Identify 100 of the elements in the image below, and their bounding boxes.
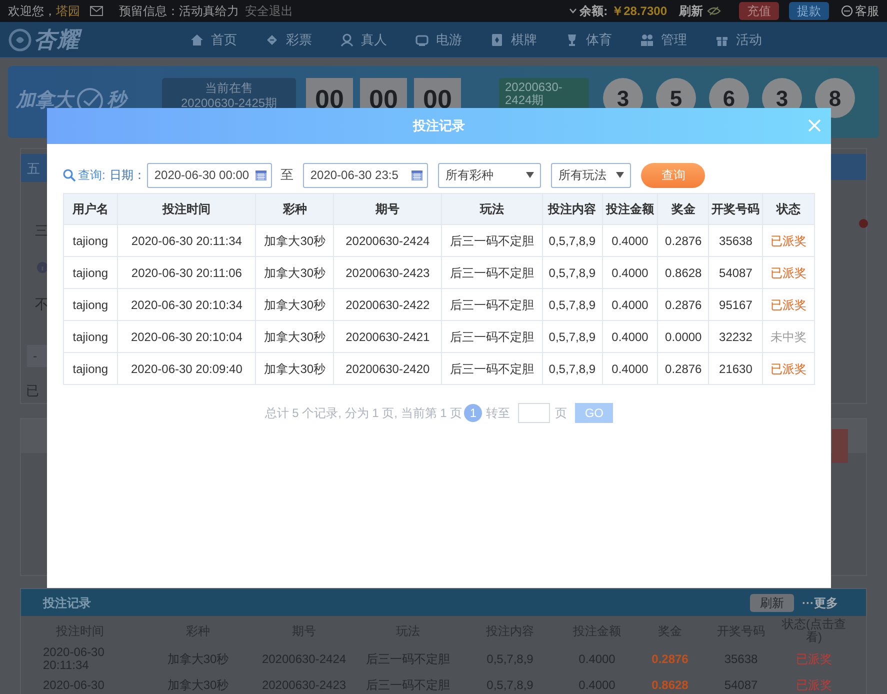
chevron-down-icon xyxy=(568,8,577,14)
table-cell: tajiong xyxy=(64,257,118,288)
table-cell: 后三一码不定胆 xyxy=(442,225,543,256)
table-cell: 20200630-2420 xyxy=(334,353,442,384)
chart-tab[interactable] xyxy=(830,154,866,180)
table-cell: 0,5,7,8,9 xyxy=(542,321,603,352)
range-separator: 至 xyxy=(280,166,294,184)
nav-item[interactable]: 电游 xyxy=(415,30,462,50)
table-cell: 0.0000 xyxy=(658,321,710,352)
people-icon xyxy=(640,32,654,46)
table-cell: 2020-06-30 20:10:34 xyxy=(118,289,256,320)
records-title: 投注记录 xyxy=(43,594,91,612)
table-cell: 35638 xyxy=(709,225,764,256)
table-cell: 0.2876 xyxy=(658,225,710,256)
table-cell: 0.4000 xyxy=(602,225,658,256)
column-header: 投注时间 xyxy=(118,194,256,224)
monitor-icon xyxy=(415,32,429,46)
dropdown-arrow-icon xyxy=(616,172,624,178)
logo-icon xyxy=(8,28,32,52)
username-link[interactable]: 塔园 xyxy=(56,2,80,20)
nav-item[interactable]: 棋牌 xyxy=(490,30,537,50)
mail-icon[interactable] xyxy=(90,6,103,16)
eye-slash-icon[interactable] xyxy=(707,6,721,16)
table-cell: 0.8628 xyxy=(658,257,710,288)
deposit-button[interactable]: 充值 xyxy=(739,2,779,20)
nav-item[interactable]: 彩票 xyxy=(265,30,312,50)
trophy-icon xyxy=(565,32,579,46)
table-cell: 20200630-2421 xyxy=(334,321,442,352)
table-cell-text: 已派奖 xyxy=(795,651,833,668)
table-cell: 后三一码不定胆 xyxy=(442,257,543,288)
last-issue-text: 20200630- xyxy=(505,81,564,94)
service-link[interactable]: 客服 xyxy=(855,2,879,20)
column-header: 彩种 xyxy=(256,194,334,224)
calendar-icon xyxy=(255,169,268,181)
table-cell: 后三一码不定胆 xyxy=(442,321,543,352)
table-cell: 0.2876 xyxy=(658,353,710,384)
column-header: 用户名 xyxy=(64,194,118,224)
status-text: 已派奖 xyxy=(770,360,808,378)
table-cell: 加拿大30秒 xyxy=(256,225,334,256)
lottery-select[interactable]: 所有彩种 xyxy=(438,162,542,188)
nav-item[interactable]: 体育 xyxy=(565,30,612,50)
column-header: 投注内容 xyxy=(542,194,603,224)
date-field[interactable]: 2020-06-30 00:00 xyxy=(147,162,272,188)
balance-value: ￥28.7300 xyxy=(612,3,667,20)
refresh-link[interactable]: 刷新 xyxy=(679,2,703,20)
status-text: 已派奖 xyxy=(770,296,808,314)
table-cell: 加拿大30秒 xyxy=(256,289,334,320)
card-icon xyxy=(490,32,504,46)
current-label: 当前在售 xyxy=(205,81,253,96)
table-cell: tajiong xyxy=(64,353,118,384)
status-text: 未中奖 xyxy=(770,328,808,346)
table-cell: 20200630-2424 xyxy=(334,225,442,256)
query-button[interactable]: 查询 xyxy=(641,162,706,188)
play-select[interactable]: 所有玩法 xyxy=(551,162,632,188)
notice-text: 预留信息：活动真给力 xyxy=(119,3,239,20)
table-cell: 0.4000 xyxy=(602,257,658,288)
table-cell: 95167 xyxy=(709,289,764,320)
table-cell: 0,5,7,8,9 xyxy=(542,225,603,256)
withdraw-button[interactable]: 提款 xyxy=(789,2,829,20)
balance-label: 余额: xyxy=(580,3,608,20)
nav-item[interactable]: 首页 xyxy=(190,30,237,50)
table-cell: 0.2876 xyxy=(658,289,710,320)
table-cell: 后三一码不定胆 xyxy=(442,289,543,320)
refresh-button[interactable]: 刷新 xyxy=(750,594,794,612)
nav-item[interactable]: 活动 xyxy=(715,30,762,50)
table-cell: tajiong xyxy=(64,289,118,320)
lottery-name-suffix: 秒 xyxy=(107,86,126,116)
table-cell: 20200630-2423 xyxy=(334,257,442,288)
table-cell-text: 0.2876 xyxy=(650,651,690,668)
more-link[interactable]: ···更多 xyxy=(802,594,838,612)
table-cell-text: 0.8628 xyxy=(650,677,690,694)
info-icon xyxy=(37,262,48,273)
column-header: 开奖号码 xyxy=(709,194,764,224)
page-unit: 页 xyxy=(555,405,568,422)
table-cell: 2020-06-30 20:10:04 xyxy=(118,321,256,352)
nav-item[interactable]: 真人 xyxy=(340,30,387,50)
column-header: 玩法 xyxy=(442,194,543,224)
status-text: 已派奖 xyxy=(770,232,808,250)
page-input[interactable] xyxy=(518,403,550,423)
table-cell: 加拿大30秒 xyxy=(256,321,334,352)
table-cell: tajiong xyxy=(64,321,118,352)
date-field[interactable]: 2020-06-30 23:5 xyxy=(303,162,428,188)
table-cell: tajiong xyxy=(64,225,118,256)
table-cell: 加拿大30秒 xyxy=(256,257,334,288)
current-issue: 20200630-2425期 xyxy=(180,96,278,111)
table-cell: 0,5,7,8,9 xyxy=(542,289,603,320)
table-cell: 0.4000 xyxy=(602,321,658,352)
table-cell: 0,5,7,8,9 xyxy=(542,353,603,384)
column-header: 状态 xyxy=(775,201,802,218)
last-issue-text: 2424期 xyxy=(505,94,545,107)
person-icon xyxy=(340,32,354,46)
table-cell: 0.4000 xyxy=(602,289,658,320)
modal-title: 投注记录 xyxy=(413,117,465,136)
page-button[interactable]: 1 xyxy=(464,404,482,422)
logout-link[interactable]: 安全退出 xyxy=(245,2,293,20)
diamond-icon xyxy=(265,32,279,46)
column-header: 投注金额 xyxy=(602,194,658,224)
nav-item[interactable]: 管理 xyxy=(640,30,687,50)
search-label: 查询: xyxy=(78,167,106,184)
chat-icon xyxy=(841,5,853,17)
